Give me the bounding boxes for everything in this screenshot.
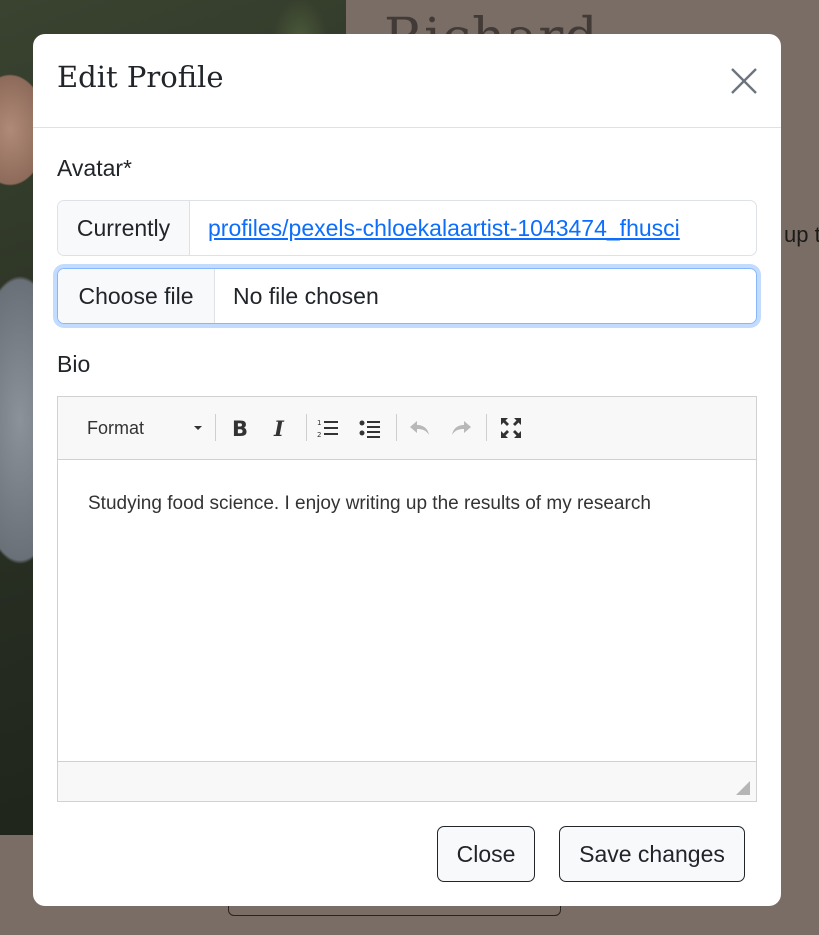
svg-text:1: 1: [317, 419, 321, 427]
italic-icon: I: [273, 417, 285, 439]
bold-icon: B: [232, 417, 248, 439]
bio-rich-text-editor: Format B I 1 2 Studying food science. I …: [57, 396, 757, 802]
bio-editor-content[interactable]: Studying food science. I enjoy writing u…: [58, 460, 756, 761]
maximize-icon: [501, 418, 521, 438]
redo-icon: [452, 421, 471, 435]
save-changes-button[interactable]: Save changes: [559, 826, 745, 882]
editor-toolbar: Format B I 1 2: [58, 397, 756, 460]
redo-button[interactable]: [446, 413, 476, 443]
editor-statusbar: [58, 761, 756, 801]
format-dropdown[interactable]: Format: [76, 415, 206, 441]
chevron-down-icon: [194, 426, 202, 430]
currently-label: Currently: [58, 201, 190, 255]
toolbar-separator: [215, 414, 216, 441]
svg-text:2: 2: [317, 431, 321, 439]
bio-label: Bio: [57, 351, 91, 377]
close-icon: [731, 68, 757, 94]
numbered-list-icon: 1 2: [317, 419, 338, 439]
numbered-list-button[interactable]: 1 2: [313, 413, 343, 443]
bio-text: Studying food science. I enjoy writing u…: [88, 493, 651, 514]
italic-button[interactable]: I: [265, 413, 295, 443]
svg-text:I: I: [273, 417, 285, 439]
toolbar-separator: [396, 414, 397, 441]
bulleted-list-icon: [359, 420, 380, 438]
maximize-button[interactable]: [496, 413, 526, 443]
background-text: up t: [784, 222, 819, 247]
resize-handle-icon[interactable]: [736, 781, 750, 795]
avatar-label: Avatar*: [57, 155, 133, 181]
format-dropdown-label: Format: [87, 417, 145, 438]
current-avatar-link[interactable]: profiles/pexels-chloekalaartist-1043474_…: [190, 201, 680, 255]
toolbar-separator: [486, 414, 487, 441]
close-icon-button[interactable]: [729, 66, 759, 96]
file-status-text: No file chosen: [233, 282, 379, 309]
undo-button[interactable]: [405, 413, 435, 443]
modal-title: Edit Profile: [57, 60, 224, 94]
undo-icon: [410, 421, 429, 435]
modal-header: Edit Profile: [33, 34, 781, 128]
current-avatar-group: Currently profiles/pexels-chloekalaartis…: [57, 200, 757, 256]
avatar-file-input[interactable]: Choose file No file chosen: [57, 268, 757, 324]
choose-file-button[interactable]: Choose file: [58, 269, 215, 323]
edit-profile-modal: Edit Profile Avatar* Currently profiles/…: [33, 34, 781, 906]
toolbar-separator: [306, 414, 307, 441]
bold-button[interactable]: B: [225, 413, 255, 443]
close-button[interactable]: Close: [437, 826, 535, 882]
bulleted-list-button[interactable]: [355, 413, 385, 443]
svg-text:B: B: [232, 417, 248, 439]
